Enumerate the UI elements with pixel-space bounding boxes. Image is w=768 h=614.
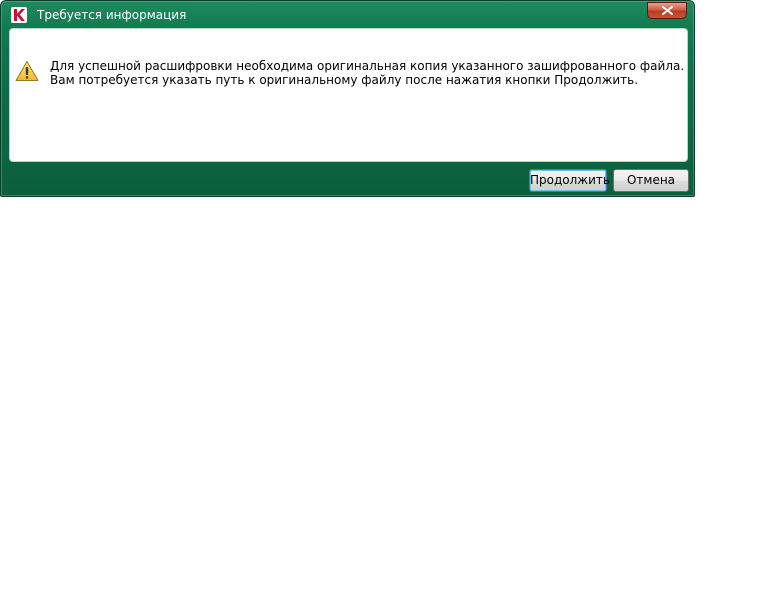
cancel-button[interactable]: Отмена (613, 169, 689, 192)
warning-icon (15, 60, 39, 82)
close-button[interactable] (647, 2, 687, 19)
close-icon (662, 6, 673, 15)
continue-button[interactable]: Продолжить (529, 169, 610, 192)
info-required-dialog: Требуется информация Для успешной расшиф… (0, 0, 695, 197)
window-title: Требуется информация (37, 8, 187, 22)
title-bar[interactable]: Требуется информация (1, 1, 694, 28)
kaspersky-k-icon (11, 7, 27, 23)
message-line-1: Для успешной расшифровки необходима ориг… (50, 59, 685, 73)
message-text: Для успешной расшифровки необходима ориг… (50, 59, 684, 87)
message-panel (9, 28, 688, 162)
message-line-2: Вам потребуется указать путь к оригиналь… (50, 73, 639, 87)
